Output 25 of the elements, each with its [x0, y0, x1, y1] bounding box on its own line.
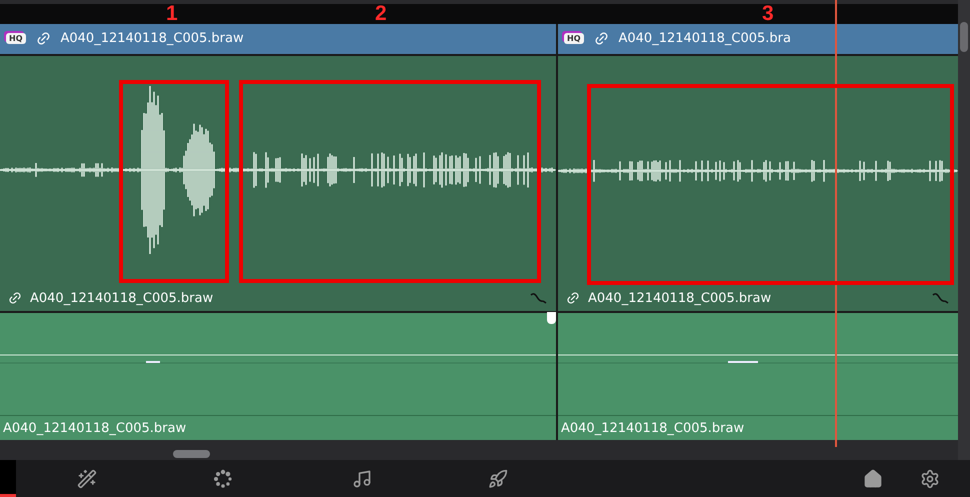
audio-clip[interactable]: A040_12140118_C005.braw — [558, 56, 958, 312]
scrollbar-thumb[interactable] — [173, 450, 210, 458]
curve-icon[interactable] — [530, 292, 548, 304]
clip-name: A040_12140118_C005.braw — [3, 420, 186, 436]
annotation-number: 3 — [762, 3, 774, 24]
horizontal-scrollbar[interactable] — [0, 440, 958, 460]
hq-badge: HQ — [6, 33, 26, 44]
clip-name: A040_12140118_C005.braw — [60, 31, 244, 46]
clip-name: A040_12140118_C005.braw — [30, 290, 214, 306]
clip-name: A040_12140118_C005.braw — [588, 290, 772, 306]
annotation-number: 1 — [166, 3, 178, 24]
annotation-number: 2 — [375, 3, 387, 24]
clip-name: A040_12140118_C005.bra — [618, 31, 791, 46]
hq-badge: HQ — [564, 33, 584, 44]
audio-clip[interactable]: A040_12140118_C005.braw — [0, 313, 556, 440]
video-clip[interactable]: HQ A040_12140118_C005.bra — [558, 24, 958, 54]
audio-clip[interactable]: A040_12140118_C005.braw — [558, 313, 958, 440]
scrollbar-thumb[interactable] — [960, 22, 968, 52]
vertical-scrollbar[interactable] — [958, 0, 970, 460]
edit-point-handle[interactable] — [547, 312, 556, 324]
curve-icon[interactable] — [932, 292, 950, 304]
audio-clip[interactable]: A040_12140118_C005.braw — [0, 56, 556, 312]
video-clip[interactable]: HQ A040_12140118_C005.braw — [0, 24, 556, 54]
clip-name: A040_12140118_C005.braw — [561, 420, 744, 436]
corner-block — [0, 460, 16, 497]
